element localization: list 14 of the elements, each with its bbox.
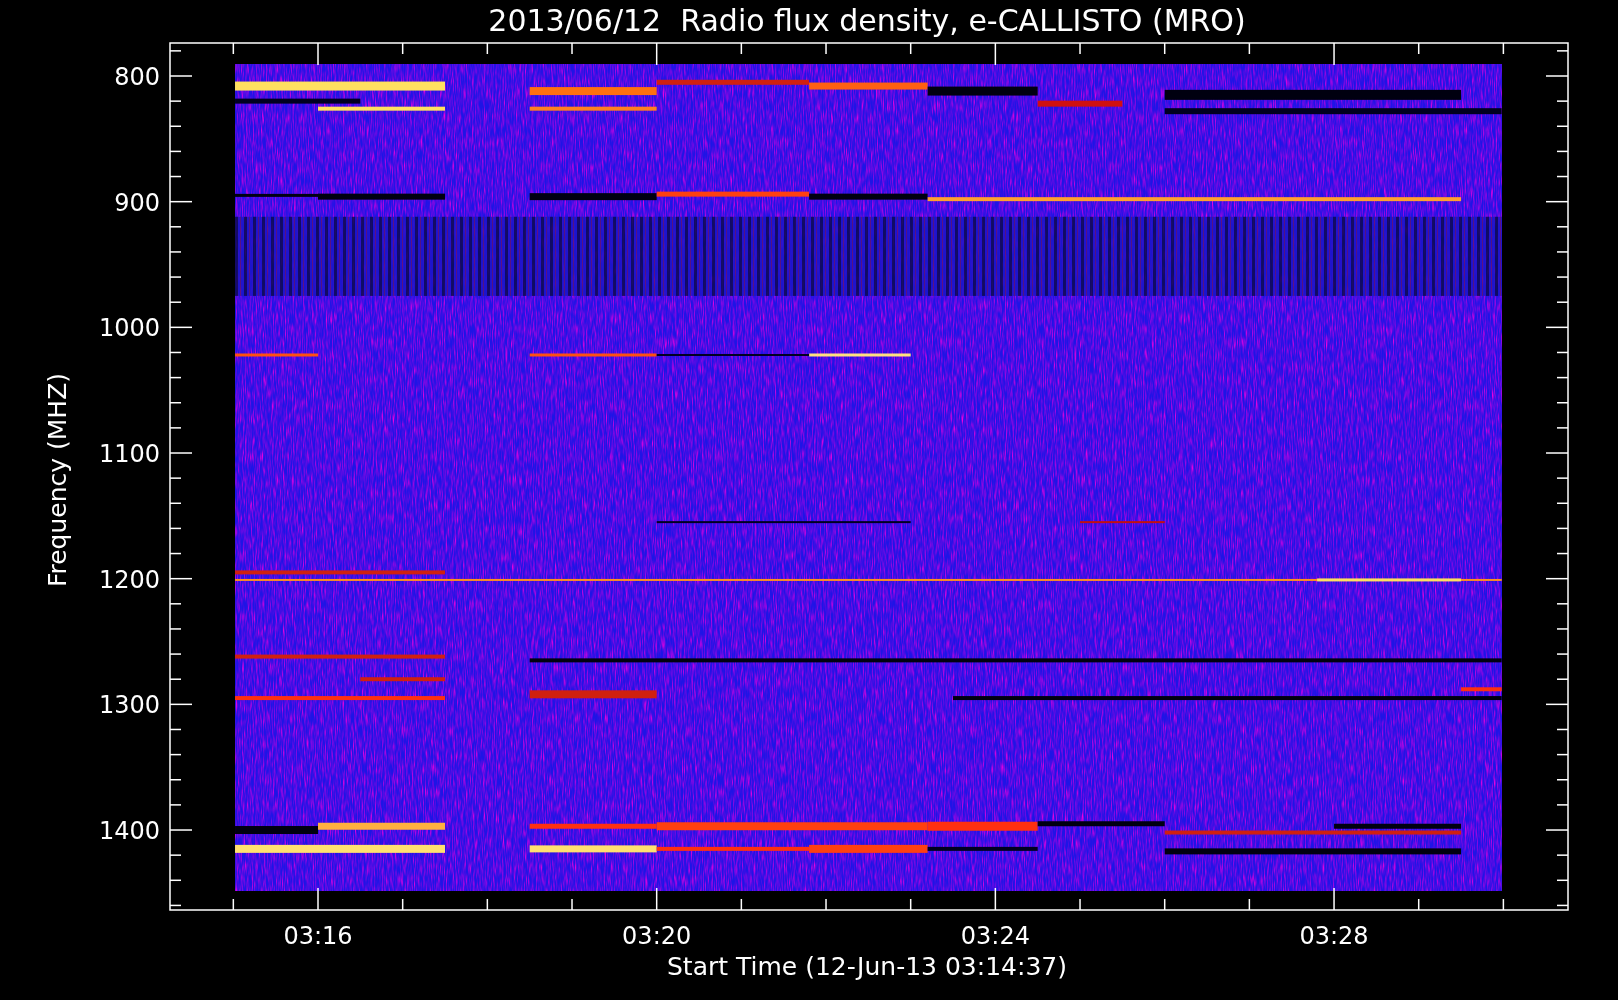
y-tick-label: 800 <box>114 63 160 91</box>
y-tick-label: 1000 <box>98 314 160 343</box>
chart-title: 2013/06/12 Radio flux density, e-CALLISTO (MRO) <box>488 3 1246 38</box>
y-tick-label: 1400 <box>98 817 160 845</box>
y-tick-label: 1300 <box>98 691 160 720</box>
y-tick-label: 1100 <box>98 440 160 468</box>
y-tick-label: 900 <box>114 188 160 217</box>
y-tick-label: 1200 <box>98 565 160 594</box>
x-tick-label: 03:20 <box>622 922 692 950</box>
x-axis-label: Start Time (12-Jun-13 03:14:37) <box>667 952 1067 981</box>
y-axis-label: Frequency (MHZ) <box>43 372 72 588</box>
x-tick-label: 03:28 <box>1299 922 1369 950</box>
x-tick-label: 03:16 <box>283 922 353 950</box>
x-tick-label: 03:24 <box>960 922 1030 950</box>
